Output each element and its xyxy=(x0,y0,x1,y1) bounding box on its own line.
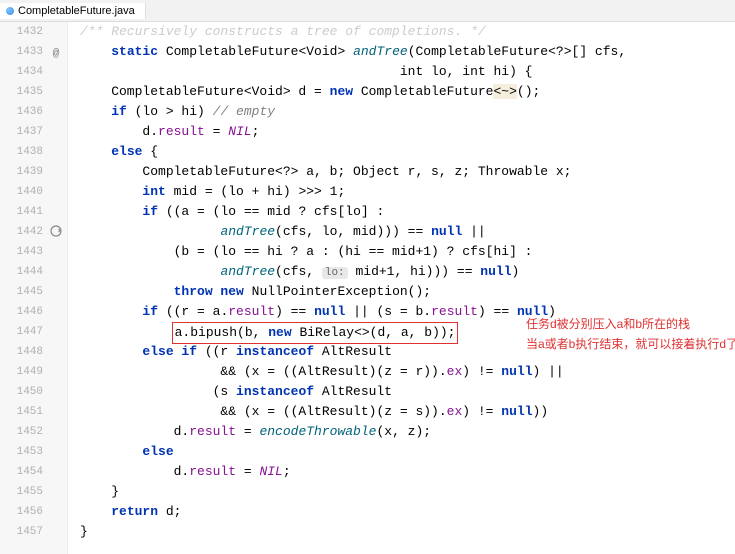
code-line: andTree(cfs, lo, mid))) == null || xyxy=(80,222,735,242)
line-number[interactable]: 1438 xyxy=(0,142,43,162)
code-line: throw new NullPointerException(); xyxy=(80,282,735,302)
line-number[interactable]: 1451 xyxy=(0,402,43,422)
line-number[interactable]: 1455 xyxy=(0,482,43,502)
line-number[interactable]: 1449 xyxy=(0,362,43,382)
line-number[interactable]: 1448 xyxy=(0,342,43,362)
code-line: (b = (lo == hi ? a : (hi == mid+1) ? cfs… xyxy=(80,242,735,262)
line-number[interactable]: 1434 xyxy=(0,62,43,82)
line-number[interactable]: 1433@ xyxy=(0,42,43,62)
code-line: /** Recursively constructs a tree of com… xyxy=(80,22,735,42)
code-line: if ((a = (lo == mid ? cfs[lo] : xyxy=(80,202,735,222)
line-number[interactable]: 1450 xyxy=(0,382,43,402)
code-line: && (x = ((AltResult)(z = r)).ex) != null… xyxy=(80,362,735,382)
code-line: if (lo > hi) // empty xyxy=(80,102,735,122)
line-number[interactable]: 1440 xyxy=(0,182,43,202)
line-number[interactable]: 1445 xyxy=(0,282,43,302)
line-number[interactable]: 1432 xyxy=(0,22,43,42)
code-line: else if ((r instanceof AltResult xyxy=(80,342,735,362)
code-line: else xyxy=(80,442,735,462)
recursive-call-icon[interactable] xyxy=(49,224,63,238)
code-line: else { xyxy=(80,142,735,162)
line-number[interactable]: 1446 xyxy=(0,302,43,322)
code-line: d.result = NIL; xyxy=(80,122,735,142)
code-line: d.result = NIL; xyxy=(80,462,735,482)
line-number[interactable]: 1437 xyxy=(0,122,43,142)
line-number[interactable]: 1442 xyxy=(0,222,43,242)
code-line: int lo, int hi) { xyxy=(80,62,735,82)
line-number[interactable]: 1436 xyxy=(0,102,43,122)
code-line: static CompletableFuture<Void> andTree(C… xyxy=(80,42,735,62)
line-number[interactable]: 1457 xyxy=(0,522,43,542)
code-line: && (x = ((AltResult)(z = s)).ex) != null… xyxy=(80,402,735,422)
java-file-icon xyxy=(6,7,14,15)
code-line: } xyxy=(80,522,735,542)
line-number[interactable]: 1443 xyxy=(0,242,43,262)
line-number[interactable]: 1456 xyxy=(0,502,43,522)
file-tab[interactable]: CompletableFuture.java xyxy=(0,3,146,19)
line-number[interactable]: 1441 xyxy=(0,202,43,222)
code-line: } xyxy=(80,482,735,502)
code-line: (s instanceof AltResult xyxy=(80,382,735,402)
line-number[interactable]: 1452 xyxy=(0,422,43,442)
tab-bar: CompletableFuture.java xyxy=(0,0,735,22)
line-number[interactable]: 1447 xyxy=(0,322,43,342)
line-number[interactable]: 1435 xyxy=(0,82,43,102)
code-line: return d; xyxy=(80,502,735,522)
gutter: 14321433@1434143514361437143814391440144… xyxy=(0,22,68,554)
override-marker-icon[interactable]: @ xyxy=(49,44,63,58)
code-line: andTree(cfs, lo: mid+1, hi))) == null) xyxy=(80,262,735,282)
code-line: d.result = encodeThrowable(x, z); xyxy=(80,422,735,442)
line-number[interactable]: 1444 xyxy=(0,262,43,282)
code-line: CompletableFuture<Void> d = new Completa… xyxy=(80,82,735,102)
highlighted-code: a.bipush(b, new BiRelay<>(d, a, b)); xyxy=(172,322,459,344)
tab-filename: CompletableFuture.java xyxy=(18,5,135,17)
code-line: a.bipush(b, new BiRelay<>(d, a, b)); 任务d… xyxy=(80,322,735,342)
code-area[interactable]: /** Recursively constructs a tree of com… xyxy=(68,22,735,554)
code-line: CompletableFuture<?> a, b; Object r, s, … xyxy=(80,162,735,182)
line-number[interactable]: 1453 xyxy=(0,442,43,462)
line-number[interactable]: 1454 xyxy=(0,462,43,482)
line-number[interactable]: 1439 xyxy=(0,162,43,182)
code-line: int mid = (lo + hi) >>> 1; xyxy=(80,182,735,202)
